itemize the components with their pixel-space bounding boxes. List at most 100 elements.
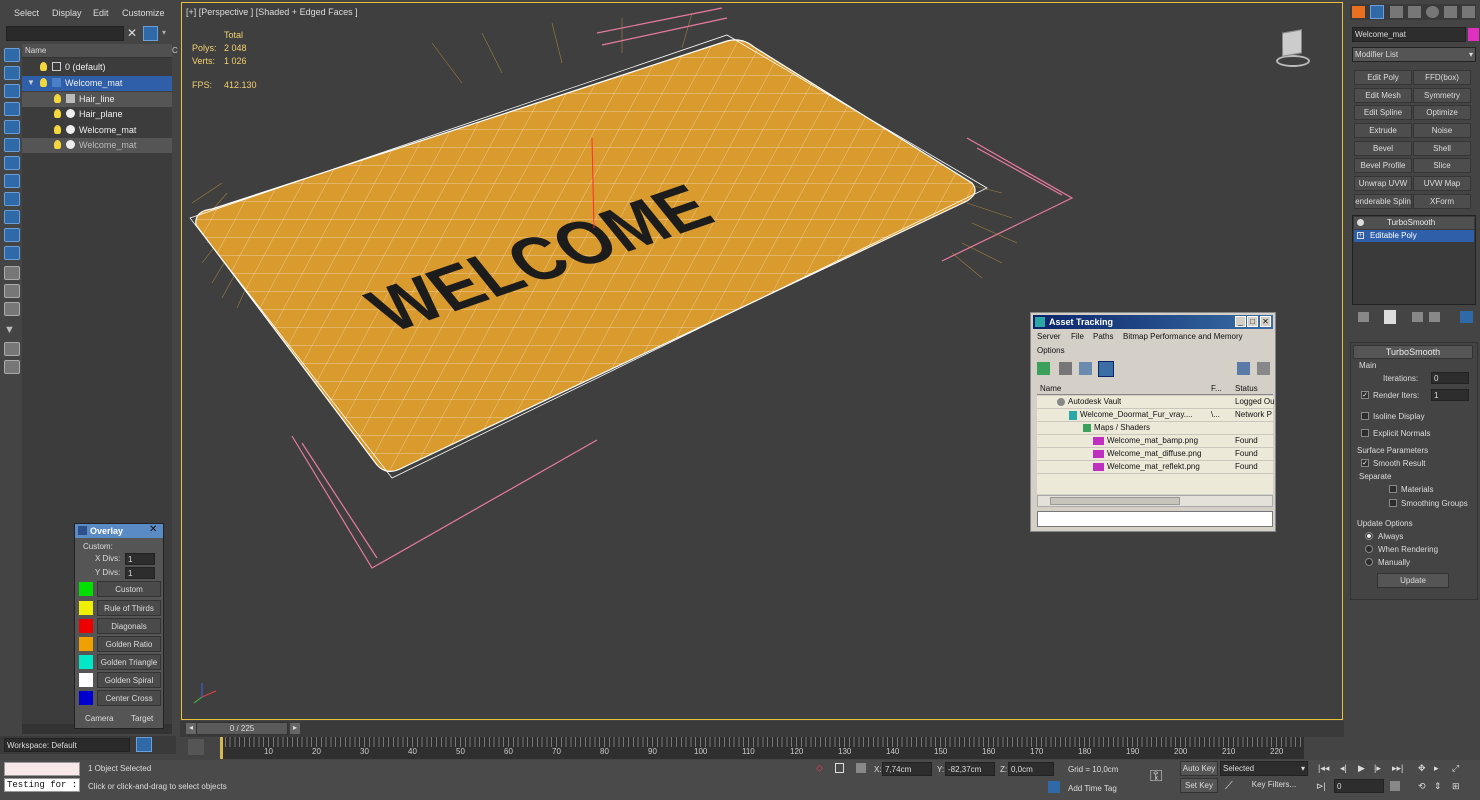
- tree-row-hair-line[interactable]: Hair_line: [22, 92, 172, 107]
- isoline-display-checkbox[interactable]: [1361, 412, 1369, 420]
- modifier-xform[interactable]: XForm: [1413, 194, 1471, 209]
- minimize-icon[interactable]: _: [1235, 316, 1246, 327]
- overlay-item-golden-ratio[interactable]: Golden Ratio: [77, 636, 161, 652]
- display-cameras-icon[interactable]: [4, 120, 20, 134]
- go-to-start-icon[interactable]: |◂◂: [1318, 763, 1329, 774]
- tree-row-hair-plane[interactable]: Hair_plane: [22, 107, 172, 122]
- light-bulb-icon[interactable]: [40, 78, 47, 87]
- prev-frame-arrow-icon[interactable]: ◂: [186, 723, 196, 734]
- display-xrefs-icon[interactable]: [4, 192, 20, 206]
- modifier-bevel[interactable]: Bevel: [1354, 141, 1412, 156]
- display-tab-icon[interactable]: [1426, 6, 1439, 18]
- welcome-mat[interactable]: WELCOME: [189, 34, 988, 479]
- y-divs-input[interactable]: 1: [125, 567, 155, 579]
- config-icon[interactable]: [4, 360, 20, 374]
- menu-display[interactable]: Display: [52, 8, 82, 18]
- field-of-view-icon[interactable]: ▸: [1434, 763, 1439, 774]
- overlay-rule-of-thirds-button[interactable]: Rule of Thirds: [97, 600, 161, 616]
- refresh-icon[interactable]: [1037, 362, 1050, 375]
- display-spacewarps-icon[interactable]: [4, 156, 20, 170]
- color-swatch[interactable]: [79, 619, 93, 633]
- expand-icon[interactable]: +: [1357, 232, 1364, 239]
- smooth-result-checkbox[interactable]: ✓: [1361, 459, 1369, 467]
- menu-paths[interactable]: Paths: [1093, 332, 1113, 341]
- tree-row-welcome-mat[interactable]: Welcome_mat: [22, 138, 172, 153]
- camera-button[interactable]: Camera: [85, 714, 113, 723]
- target-button[interactable]: Target: [131, 714, 153, 723]
- next-frame-arrow-icon[interactable]: ▸: [290, 723, 300, 734]
- display-lights-icon[interactable]: [4, 102, 20, 116]
- menu-server[interactable]: Server: [1037, 332, 1061, 341]
- maximize-icon[interactable]: □: [1247, 316, 1258, 327]
- modifier-ffd-box[interactable]: FFD(box): [1413, 70, 1471, 85]
- list-icon[interactable]: [4, 266, 20, 280]
- asset-horizontal-scrollbar[interactable]: [1037, 495, 1273, 507]
- square-icon[interactable]: [4, 284, 20, 298]
- menu-edit[interactable]: Edit: [93, 8, 109, 18]
- configure-sets-icon[interactable]: [1460, 311, 1473, 323]
- modifier-symmetry[interactable]: Symmetry: [1413, 88, 1471, 103]
- color-swatch[interactable]: [79, 582, 93, 596]
- manually-radio[interactable]: [1365, 558, 1373, 566]
- overlay-item-golden-spiral[interactable]: Golden Spiral: [77, 672, 161, 688]
- asset-row-diffuse[interactable]: Welcome_mat_diffuse.png Found: [1037, 448, 1273, 461]
- absolute-mode-icon[interactable]: [856, 763, 866, 773]
- display-shapes-icon[interactable]: [4, 84, 20, 98]
- x-coord-input[interactable]: 7,74cm: [882, 762, 932, 776]
- color-swatch[interactable]: [79, 655, 93, 669]
- maxscript-listener-input[interactable]: Testing for :: [4, 778, 80, 792]
- overlay-item-center-cross[interactable]: Center Cross: [77, 690, 161, 706]
- add-time-tag-button[interactable]: Add Time Tag: [1068, 784, 1117, 793]
- key-tangent-icon[interactable]: ⟋: [1225, 780, 1233, 793]
- next-frame-icon[interactable]: |▸: [1374, 763, 1381, 774]
- asset-path-field[interactable]: [1037, 511, 1273, 527]
- object-color-swatch[interactable]: [1468, 28, 1479, 41]
- walk-icon[interactable]: ⇕: [1434, 781, 1442, 792]
- modifier-edit-poly[interactable]: Edit Poly: [1354, 70, 1412, 85]
- col-status[interactable]: Status: [1235, 384, 1258, 393]
- remove-modifier-icon[interactable]: [1429, 312, 1440, 322]
- modifier-list-dropdown[interactable]: Modifier List ▾: [1352, 47, 1476, 62]
- display-helpers-icon[interactable]: [4, 138, 20, 152]
- overlay-item-rule-of-thirds[interactable]: Rule of Thirds: [77, 600, 161, 616]
- menu-options[interactable]: Options: [1037, 346, 1065, 355]
- help-icon[interactable]: [1237, 362, 1250, 375]
- overlay-golden-spiral-button[interactable]: Golden Spiral: [97, 672, 161, 688]
- modify-tab-icon[interactable]: [1370, 5, 1384, 19]
- key-mode-icon[interactable]: ⊳|: [1316, 781, 1326, 792]
- x-divs-input[interactable]: 1: [125, 553, 155, 565]
- layers-icon[interactable]: [136, 737, 152, 752]
- orbit-icon[interactable]: ⟲: [1418, 781, 1426, 792]
- overlay-golden-ratio-button[interactable]: Golden Ratio: [97, 636, 161, 652]
- modifier-edit-spline[interactable]: Edit Spline: [1354, 105, 1412, 120]
- asset-tracking-titlebar[interactable]: Asset Tracking _ □ ✕: [1033, 315, 1273, 329]
- motion-tab-icon[interactable]: [1408, 6, 1421, 18]
- modifier-bevel-profile[interactable]: Bevel Profile: [1354, 158, 1412, 173]
- asset-row-maps[interactable]: Maps / Shaders: [1037, 422, 1273, 435]
- modifier-slice[interactable]: Slice: [1413, 158, 1471, 173]
- modifier-renderable-spline[interactable]: enderable Splin: [1354, 194, 1412, 209]
- maximize-viewport-icon[interactable]: ⤢: [1452, 763, 1459, 774]
- menu-customize[interactable]: Customize: [122, 8, 165, 18]
- stack-item-turbosmooth[interactable]: TurboSmooth: [1354, 217, 1474, 229]
- workspace-dropdown[interactable]: Workspace: Default: [4, 738, 130, 752]
- overlay-golden-triangle-button[interactable]: Golden Triangle: [97, 654, 161, 670]
- explicit-normals-checkbox[interactable]: [1361, 429, 1369, 437]
- color-swatch[interactable]: [79, 673, 93, 687]
- light-bulb-icon[interactable]: [54, 94, 61, 103]
- when-rendering-radio[interactable]: [1365, 545, 1373, 553]
- menu-file[interactable]: File: [1071, 332, 1084, 341]
- track-bar[interactable]: 10 20 30 40 50 60 70 80 90 100 110 120 1…: [220, 737, 1304, 759]
- show-end-result-icon[interactable]: [1384, 310, 1396, 324]
- display-frozen-icon[interactable]: [4, 246, 20, 260]
- col-name[interactable]: Name: [1040, 384, 1061, 393]
- overlay-custom-button[interactable]: Custom: [97, 581, 161, 597]
- col-f[interactable]: F...: [1211, 384, 1222, 393]
- key-icon[interactable]: ⚿: [1150, 768, 1162, 786]
- mini-curve-editor-icon[interactable]: [188, 739, 204, 755]
- create-tab-icon[interactable]: [1352, 6, 1365, 18]
- grid-view-icon[interactable]: [1098, 361, 1114, 377]
- lock-icon[interactable]: [835, 763, 844, 773]
- update-button[interactable]: Update: [1377, 573, 1449, 588]
- overlay-item-diagonals[interactable]: Diagonals: [77, 618, 161, 634]
